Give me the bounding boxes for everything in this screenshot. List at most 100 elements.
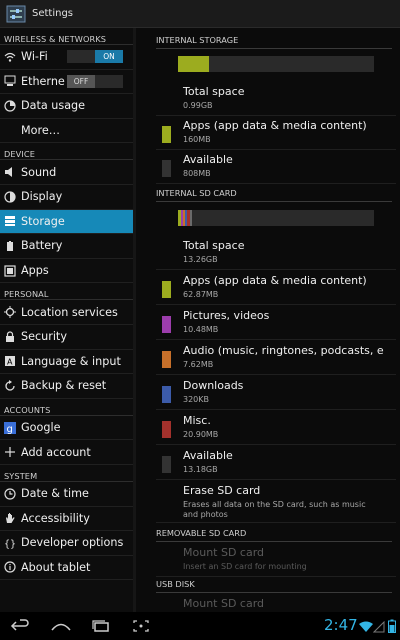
list-item-sd-audio[interactable]: Audio (music, ringtones, podcasts, e 7.6… [156,341,396,375]
settings-sidebar: WIRELESS & NETWORKS Wi-Fi ON Etherne OFF… [0,28,133,612]
usage-segment-other [190,210,192,226]
svg-text:{}: {} [4,539,16,549]
row-value: 13.18GB [183,465,218,474]
list-item-sd-misc[interactable]: Misc. 20.90MB [156,411,396,445]
sidebar-item-apps[interactable]: Apps [0,259,133,284]
list-item-apps[interactable]: Apps (app data & media content) 160MB [156,116,396,150]
row-title: Erase SD card [183,484,261,497]
list-item-available: Available 808MB [156,150,396,184]
ethernet-toggle[interactable]: OFF [67,74,123,88]
sidebar-item-label: Location services [21,305,118,319]
sidebar-item-label: Developer options [21,536,124,550]
storage-icon [4,215,16,227]
braces-icon: {} [4,537,16,549]
section-header-internal-sd-card: INTERNAL SD CARD [156,188,392,202]
row-title: Total space [183,85,245,98]
svg-text:A: A [7,358,13,367]
hand-icon [4,512,16,524]
section-header-wireless: WIRELESS & NETWORKS [0,28,133,45]
sidebar-item-date-time[interactable]: Date & time [0,482,133,507]
sidebar-item-google[interactable]: g Google [0,416,133,441]
sd-card-usage-bar [178,210,374,226]
sidebar-item-label: Storage [21,214,65,228]
recent-apps-icon[interactable] [90,619,112,633]
sidebar-item-label: Security [21,330,67,344]
sidebar-item-sound[interactable]: Sound [0,160,133,185]
wifi-icon [4,51,16,63]
row-value: 20.90MB [183,430,219,439]
sidebar-item-display[interactable]: Display [0,185,133,210]
section-header-system: SYSTEM [0,465,133,482]
sidebar-item-label: Language & input [21,354,121,368]
sidebar-item-label: Data usage [21,99,86,113]
back-icon[interactable] [10,619,32,633]
mount-sd-card-button[interactable]: Mount SD card Insert an SD card for moun… [156,543,396,577]
section-header-accounts: ACCOUNTS [0,399,133,416]
sidebar-item-add-account[interactable]: Add account [0,440,133,465]
row-title: Audio (music, ringtones, podcasts, e [183,344,384,357]
sidebar-item-backup[interactable]: Backup & reset [0,374,133,399]
color-swatch [162,421,171,438]
color-swatch [162,316,171,333]
wifi-toggle[interactable]: ON [67,50,123,64]
sidebar-item-location[interactable]: Location services [0,300,133,325]
usage-bar-fill [178,56,210,72]
row-value: 160MB [183,135,211,144]
sidebar-item-label: Apps [21,264,49,278]
svg-text:g: g [7,424,13,434]
row-value: 0.99GB [183,101,213,110]
settings-app-icon[interactable] [6,5,26,23]
location-icon [4,306,16,319]
wifi-signal-icon [359,621,373,632]
sidebar-item-label: Display [21,190,63,204]
sidebar-item-label: Etherne [21,74,65,88]
battery-status-icon [388,619,396,633]
mount-usb-button[interactable]: Mount SD card [156,594,396,612]
plus-icon [4,446,16,458]
sidebar-item-battery[interactable]: Battery [0,234,133,259]
sidebar-item-developer[interactable]: {} Developer options [0,531,133,556]
sidebar-item-ethernet[interactable]: Etherne OFF [0,70,133,95]
sidebar-item-label: Wi-Fi [21,50,48,64]
list-item-sd-downloads[interactable]: Downloads 320KB [156,376,396,410]
sidebar-item-label: Date & time [21,487,89,501]
sidebar-item-language[interactable]: A Language & input [0,350,133,375]
sidebar-item-more[interactable]: More… [0,119,133,144]
erase-sd-card-button[interactable]: Erase SD card Erases all data on the SD … [156,481,396,523]
section-header-personal: PERSONAL [0,283,133,301]
list-item-total-space: Total space 0.99GB [156,82,396,116]
row-description: Erases all data on the SD card, such as … [183,500,366,519]
sidebar-item-about[interactable]: About tablet [0,556,133,581]
row-description: Insert an SD card for mounting [183,562,307,571]
row-title: Mount SD card [183,597,265,610]
row-title: Pictures, videos [183,309,270,322]
sidebar-item-label: Sound [21,165,57,179]
sidebar-item-security[interactable]: Security [0,325,133,350]
ethernet-icon [4,75,16,87]
screenshot-icon[interactable] [132,619,150,633]
list-item-sd-pictures[interactable]: Pictures, videos 10.48MB [156,306,396,340]
sidebar-item-label: Accessibility [21,511,90,525]
row-title: Apps (app data & media content) [183,274,367,287]
list-item-sd-available: Available 13.18GB [156,446,396,480]
info-icon [4,561,16,574]
lock-icon [4,331,16,343]
sidebar-item-wifi[interactable]: Wi-Fi ON [0,45,133,70]
list-item-sd-total-space: Total space 13.26GB [156,236,396,270]
data-usage-icon [4,100,16,112]
row-value: 13.26GB [183,255,218,264]
color-swatch [162,351,171,368]
color-swatch [162,281,171,298]
list-item-sd-apps[interactable]: Apps (app data & media content) 62.87MB [156,271,396,305]
sidebar-item-accessibility[interactable]: Accessibility [0,507,133,532]
section-header-usb-disk: USB DISK [156,579,392,593]
sidebar-item-data-usage[interactable]: Data usage [0,94,133,119]
row-title: Downloads [183,379,244,392]
internal-storage-usage-bar [178,56,374,72]
sidebar-item-storage[interactable]: Storage [0,209,133,235]
status-clock: 2:47 [324,616,358,634]
home-icon[interactable] [50,619,72,633]
brightness-icon [4,191,16,203]
system-navigation-bar: 2:47 [0,612,400,640]
row-title: Misc. [183,414,211,427]
